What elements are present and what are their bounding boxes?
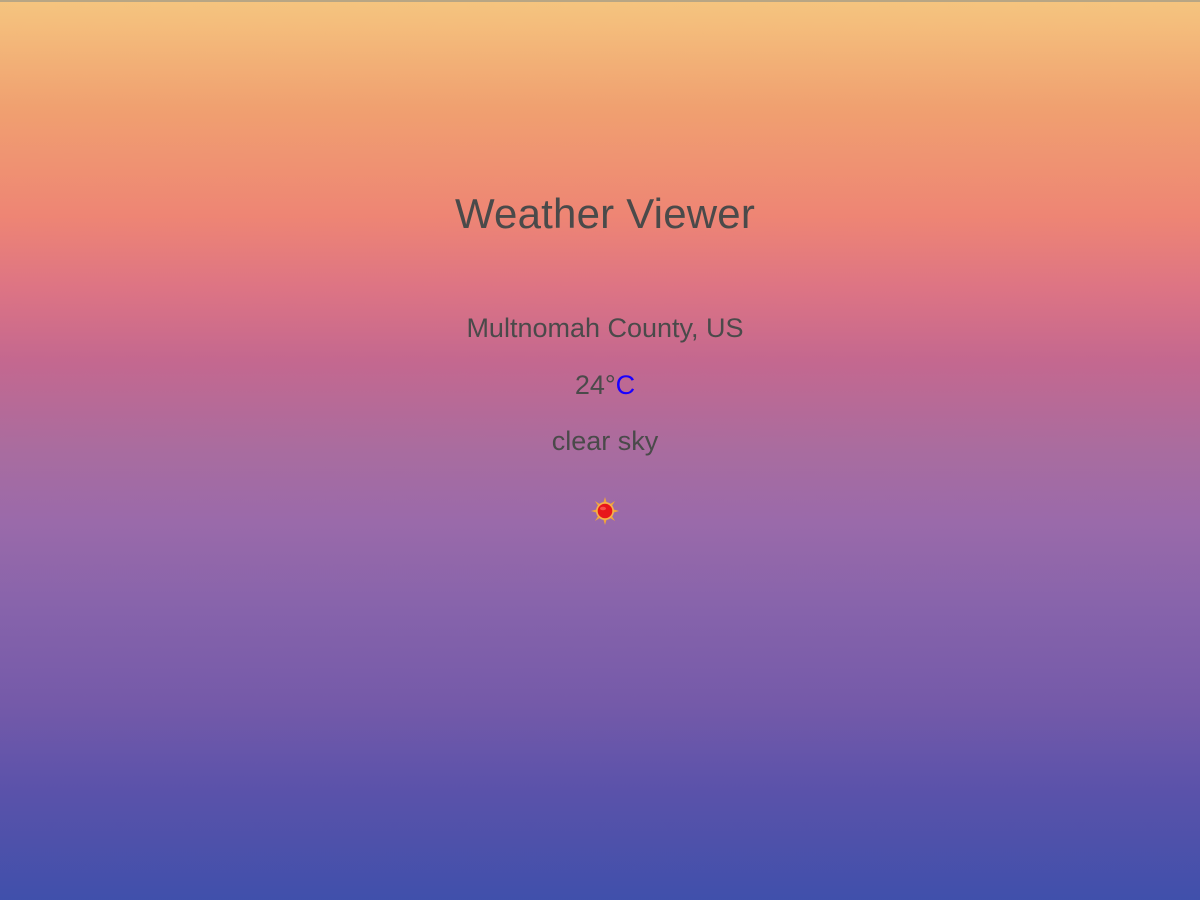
- location-label: Multnomah County, US: [466, 313, 744, 343]
- weather-app: Weather Viewer Multnomah County, US 24°C…: [0, 0, 1200, 900]
- sun-icon: [590, 496, 620, 526]
- page-title: Weather Viewer: [454, 190, 756, 237]
- temperature-value: 24°: [574, 370, 616, 400]
- weather-description: clear sky: [551, 426, 659, 456]
- temperature-display: 24°C: [0, 370, 1200, 401]
- temperature-unit-toggle[interactable]: C: [616, 370, 636, 400]
